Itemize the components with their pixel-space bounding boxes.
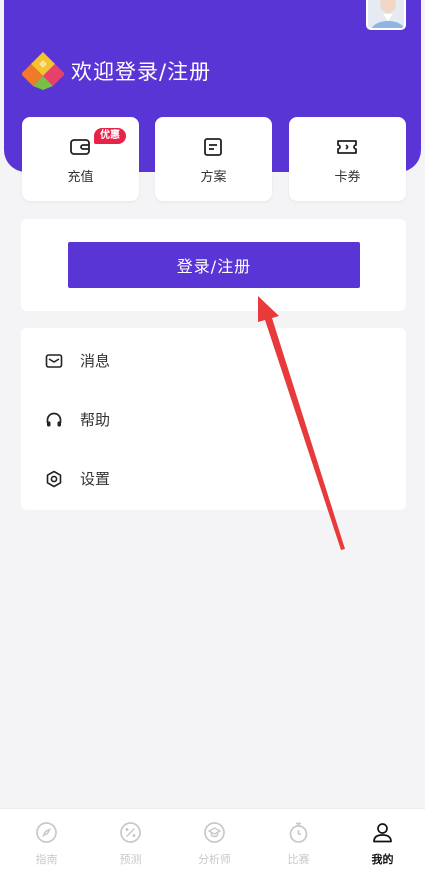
menu-item-help[interactable]: 帮助 bbox=[21, 391, 406, 449]
tab-prediction-label: 预测 bbox=[119, 853, 142, 866]
discount-badge: 优惠 bbox=[94, 128, 126, 144]
login-register-button[interactable]: 登录/注册 bbox=[68, 242, 360, 288]
card-plan-label: 方案 bbox=[200, 170, 227, 185]
tab-mine[interactable]: 我的 bbox=[340, 809, 425, 871]
tab-matches[interactable]: 比赛 bbox=[256, 809, 341, 871]
card-coupon-label: 卡券 bbox=[334, 170, 361, 185]
tab-prediction[interactable]: 预测 bbox=[88, 809, 173, 871]
card-plan[interactable]: 方案 bbox=[155, 117, 272, 201]
person-icon bbox=[373, 823, 392, 843]
login-panel: 登录/注册 bbox=[21, 219, 406, 311]
avatar-image-icon bbox=[368, 0, 404, 28]
card-recharge-label: 充值 bbox=[67, 170, 94, 185]
gear-icon bbox=[46, 470, 62, 488]
menu-item-messages-label: 消息 bbox=[80, 352, 111, 370]
headphones-icon bbox=[46, 412, 62, 427]
ticket-icon bbox=[337, 140, 357, 154]
stopwatch-icon bbox=[289, 822, 308, 843]
avatar[interactable] bbox=[366, 0, 406, 30]
wallet-icon bbox=[70, 139, 90, 155]
tab-analyst[interactable]: 分析师 bbox=[172, 809, 257, 871]
tab-mine-label: 我的 bbox=[371, 853, 394, 866]
tab-matches-label: 比赛 bbox=[287, 853, 310, 866]
mail-icon bbox=[45, 354, 63, 368]
menu-item-messages[interactable]: 消息 bbox=[21, 332, 406, 390]
menu-panel: 消息 帮助 设置 bbox=[21, 328, 406, 510]
bottom-tab-bar: 指南 预测 分析师 比赛 我的 bbox=[0, 808, 425, 871]
menu-item-settings[interactable]: 设置 bbox=[21, 450, 406, 508]
menu-item-help-label: 帮助 bbox=[80, 411, 111, 429]
graduation-icon bbox=[204, 822, 225, 843]
tab-guide[interactable]: 指南 bbox=[4, 809, 89, 871]
percent-icon bbox=[120, 822, 141, 843]
document-icon bbox=[204, 138, 222, 156]
welcome-title[interactable]: 欢迎登录/注册 bbox=[71, 58, 211, 86]
menu-item-settings-label: 设置 bbox=[80, 470, 111, 488]
compass-icon bbox=[36, 822, 57, 843]
logo-icon bbox=[21, 50, 65, 90]
card-coupon[interactable]: 卡券 bbox=[289, 117, 406, 201]
tab-analyst-label: 分析师 bbox=[198, 853, 231, 866]
tab-guide-label: 指南 bbox=[35, 853, 58, 866]
